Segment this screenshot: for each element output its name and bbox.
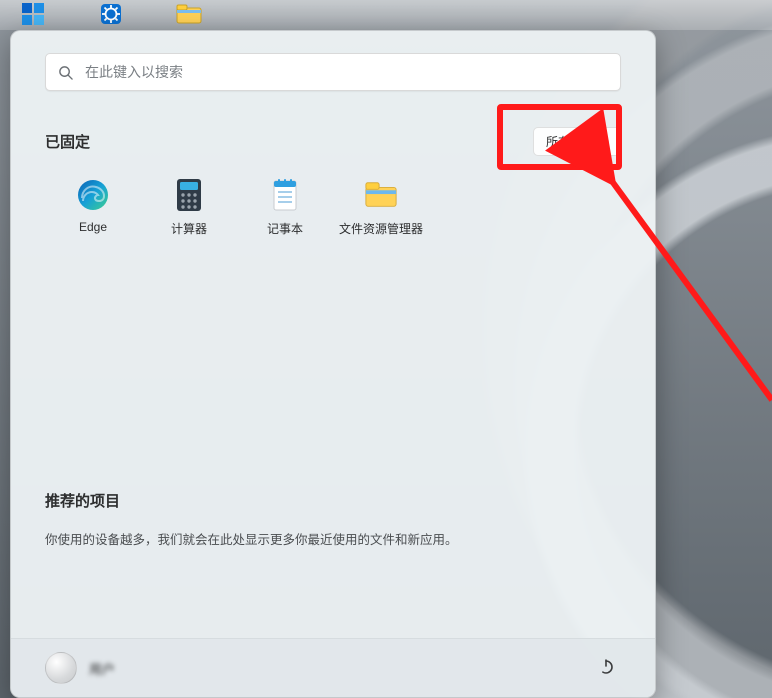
pinned-app-label: Edge xyxy=(79,220,107,234)
search-box[interactable] xyxy=(45,53,621,91)
pinned-app-notepad[interactable]: 记事本 xyxy=(237,178,333,237)
user-account-button[interactable]: 用户 xyxy=(45,652,115,684)
power-button[interactable] xyxy=(591,653,621,683)
pinned-app-edge[interactable]: Edge xyxy=(45,178,141,237)
user-name: 用户 xyxy=(89,659,115,678)
search-icon xyxy=(58,65,73,80)
file-explorer-icon xyxy=(364,178,398,212)
pinned-title: 已固定 xyxy=(45,131,90,152)
start-menu: 已固定 所有应用 xyxy=(10,30,656,698)
pinned-app-calculator[interactable]: 计算器 xyxy=(141,178,237,237)
avatar xyxy=(45,652,77,684)
recommended-section: 推荐的项目 你使用的设备越多，我们就会在此处显示更多你最近使用的文件和新应用。 xyxy=(45,490,621,638)
pinned-grid: Edge 计算器 xyxy=(45,178,621,237)
power-icon xyxy=(597,657,615,680)
recommended-title: 推荐的项目 xyxy=(45,490,621,511)
taskbar-start-icon[interactable] xyxy=(12,0,54,28)
calculator-icon xyxy=(172,178,206,212)
taskbar-explorer-icon[interactable] xyxy=(168,0,210,28)
pinned-app-file-explorer[interactable]: 文件资源管理器 xyxy=(333,178,429,237)
all-apps-label: 所有应用 xyxy=(546,133,594,150)
recommended-subtitle: 你使用的设备越多，我们就会在此处显示更多你最近使用的文件和新应用。 xyxy=(45,529,621,548)
search-input[interactable] xyxy=(83,63,608,81)
all-apps-button[interactable]: 所有应用 xyxy=(533,127,621,156)
chevron-right-icon xyxy=(602,135,610,149)
edge-icon xyxy=(76,178,110,212)
pinned-app-label: 记事本 xyxy=(267,220,303,237)
pinned-app-label: 文件资源管理器 xyxy=(339,220,423,237)
pinned-app-label: 计算器 xyxy=(171,220,207,237)
taskbar-settings-icon[interactable] xyxy=(90,0,132,28)
notepad-icon xyxy=(268,178,302,212)
start-footer: 用户 xyxy=(11,638,655,697)
